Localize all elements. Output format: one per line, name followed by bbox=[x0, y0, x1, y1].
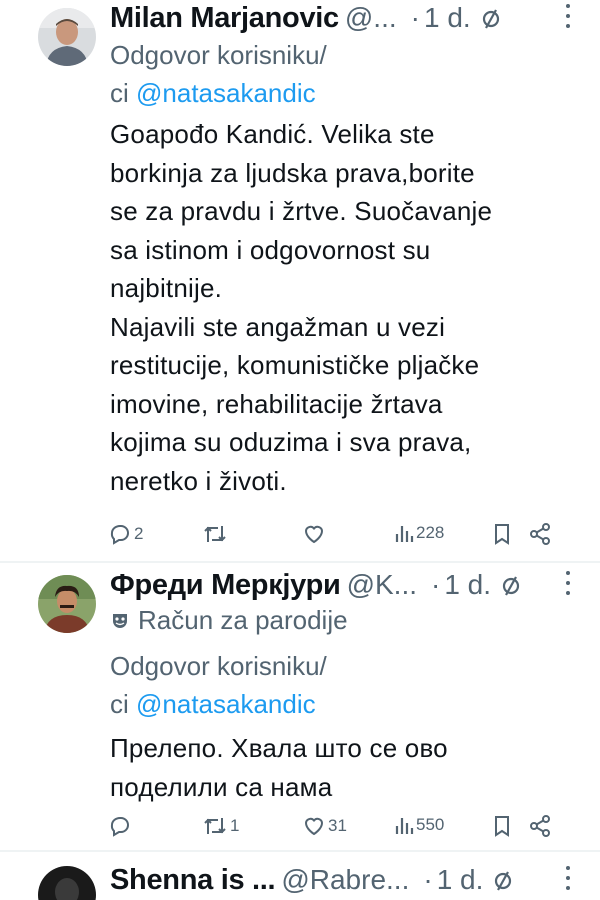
share-button[interactable] bbox=[528, 814, 552, 838]
views-count: 228 bbox=[416, 523, 445, 542]
tweet-3[interactable]: Shenna is ... @Rabre... · 1 d. bbox=[0, 852, 600, 900]
reply-icon bbox=[110, 525, 129, 545]
tweet-text: Goapođo Kandić. Velika ste borkinja za l… bbox=[110, 115, 492, 500]
timestamp[interactable]: 1 d. bbox=[437, 864, 484, 896]
mention-link[interactable]: @natasakandic bbox=[136, 689, 316, 719]
author-handle[interactable]: @Rabre... bbox=[281, 864, 409, 896]
views-icon bbox=[395, 526, 414, 542]
tweet-actions: 2 228 bbox=[108, 522, 568, 552]
tweet-header: Milan Marjanovic @... · 1 d. bbox=[110, 0, 580, 36]
more-options-icon[interactable] bbox=[566, 571, 570, 595]
tweet-actions: 1 31 550 bbox=[108, 814, 568, 844]
text-line: Goapođo Kandić. Velika ste bbox=[110, 119, 435, 149]
parody-mask-icon bbox=[110, 611, 130, 631]
like-button[interactable] bbox=[302, 522, 328, 546]
tweet-text: Прелепо. Хвала што се ово поделили са на… bbox=[110, 729, 448, 806]
text-line: kojima su oduzima i sva prava, bbox=[110, 427, 472, 457]
separator-dot: · bbox=[423, 864, 433, 895]
text-line: borkinja za ljudska prava,borite bbox=[110, 157, 475, 188]
reply-prefix: ci bbox=[110, 78, 129, 108]
repost-icon bbox=[204, 526, 226, 542]
reply-button[interactable] bbox=[108, 814, 134, 838]
text-line: imovine, rehabilitacije žrtava bbox=[110, 388, 443, 419]
reply-button[interactable]: 2 bbox=[108, 522, 143, 546]
heart-icon bbox=[304, 525, 324, 544]
share-icon bbox=[530, 815, 550, 837]
avatar[interactable] bbox=[38, 575, 96, 633]
text-line: sa istinom i odgovornost su bbox=[110, 234, 431, 265]
heart-icon bbox=[304, 817, 324, 836]
author-name[interactable]: Фреди Меркјури bbox=[110, 569, 341, 602]
bookmark-button[interactable] bbox=[492, 814, 512, 838]
text-line: restitucije, komunističke pljačke bbox=[110, 350, 480, 380]
repost-count: 1 bbox=[230, 816, 240, 835]
reply-context: Odgovor korisniku/ ci @natasakandic bbox=[110, 647, 327, 723]
repost-icon bbox=[204, 818, 226, 834]
timestamp[interactable]: 1 d. bbox=[444, 569, 491, 601]
author-handle[interactable]: @... bbox=[345, 2, 397, 34]
mention-link[interactable]: @natasakandic bbox=[136, 78, 316, 108]
views-count: 550 bbox=[416, 815, 445, 834]
tweet-1[interactable]: Milan Marjanovic @... · 1 d. Odgovor kor… bbox=[0, 0, 600, 562]
reply-icon bbox=[110, 817, 129, 837]
tweet-header: Фреди Меркјури @K... · 1 d. bbox=[110, 567, 580, 603]
bookmark-icon bbox=[495, 524, 509, 545]
repost-button[interactable] bbox=[202, 522, 230, 546]
author-name[interactable]: Milan Marjanovic bbox=[110, 2, 339, 35]
edited-icon bbox=[481, 7, 501, 29]
share-icon bbox=[530, 523, 550, 545]
separator-dot: · bbox=[431, 569, 441, 600]
text-line: Najavili ste angažman u vezi bbox=[110, 311, 446, 342]
edited-icon bbox=[501, 574, 521, 596]
views-button[interactable]: 228 bbox=[394, 522, 444, 544]
text-line: najbitnije. bbox=[110, 273, 223, 303]
bookmark-icon bbox=[495, 816, 509, 837]
tweet-2[interactable]: Фреди Меркјури @K... · 1 d. Račun za par… bbox=[0, 563, 600, 849]
tweet-header: Shenna is ... @Rabre... · 1 d. bbox=[110, 862, 580, 898]
more-options-icon[interactable] bbox=[566, 4, 570, 28]
like-button[interactable]: 31 bbox=[302, 814, 347, 838]
like-count: 31 bbox=[328, 816, 347, 835]
repost-button[interactable]: 1 bbox=[202, 814, 239, 838]
reply-prefix: ci bbox=[110, 689, 129, 719]
reply-label: Odgovor korisniku/ bbox=[110, 40, 327, 70]
views-button[interactable]: 550 bbox=[394, 814, 444, 836]
text-line: Прелепо. Хвала што се ово bbox=[110, 733, 448, 763]
avatar[interactable] bbox=[38, 866, 96, 900]
avatar[interactable] bbox=[38, 8, 96, 66]
parody-label: Račun za parodije bbox=[138, 605, 348, 635]
text-line: neretko i životi. bbox=[110, 465, 287, 496]
author-name[interactable]: Shenna is ... bbox=[110, 864, 276, 897]
text-line: поделили са нама bbox=[110, 771, 333, 802]
author-handle[interactable]: @K... bbox=[347, 569, 417, 601]
bookmark-button[interactable] bbox=[492, 522, 512, 546]
views-icon bbox=[395, 818, 414, 834]
more-options-icon[interactable] bbox=[566, 866, 570, 890]
timestamp[interactable]: 1 d. bbox=[424, 2, 471, 34]
text-line: se za pravdu i žrtve. Suočavanje bbox=[110, 196, 493, 226]
reply-label: Odgovor korisniku/ bbox=[110, 651, 327, 681]
separator-dot: · bbox=[410, 2, 420, 33]
parody-badge: Račun za parodije bbox=[110, 605, 348, 636]
reply-count: 2 bbox=[134, 524, 144, 543]
share-button[interactable] bbox=[528, 522, 552, 546]
edited-icon bbox=[493, 869, 513, 891]
reply-context: Odgovor korisniku/ ci @natasakandic bbox=[110, 36, 327, 112]
